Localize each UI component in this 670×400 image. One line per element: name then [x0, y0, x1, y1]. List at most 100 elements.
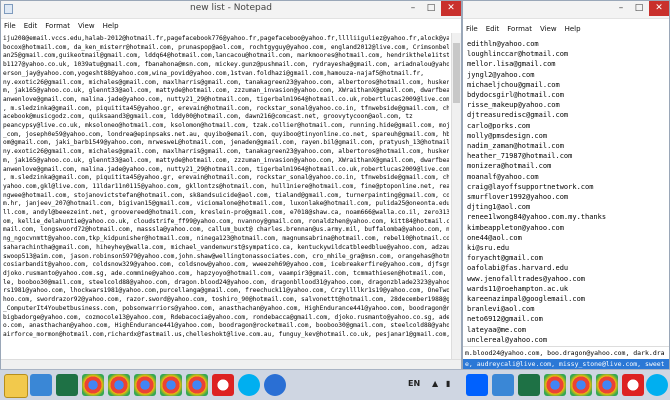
skype-icon[interactable] [646, 374, 668, 396]
text-line: djoko.rusmanto@yahoo.com.sg, ade.commine… [3, 269, 449, 277]
notepad-titlebar[interactable]: new list - Notepad – □ ✕ [1, 1, 461, 19]
email-line: monizera@hotmail.com [467, 162, 552, 171]
overlap-selected-line[interactable]: e, audreycali@live.com, missy_stone@live… [463, 359, 669, 369]
menu-view[interactable]: View [540, 25, 557, 33]
dropbox-icon[interactable] [466, 374, 488, 396]
email-line: neto6912@gmail.com [467, 315, 543, 324]
skype-icon[interactable] [238, 374, 260, 396]
opera-icon[interactable] [212, 374, 234, 396]
text-line: bocox@hotmail.com, da_ken_misterr@hotmai… [3, 43, 449, 51]
opera-icon[interactable] [622, 374, 644, 396]
overlap-text-line: m.blood24@yahoo.com, boo.dragon@yahoo.co… [465, 349, 665, 357]
text-line: m.hr, janjeev_207@hotmail.com, bigivan15… [3, 200, 449, 208]
horizontal-scrollbar[interactable] [1, 359, 461, 369]
text-line: ll.com, andyl@beeezeint.net, groovereed@… [3, 209, 449, 217]
language-indicator[interactable]: EN [408, 379, 420, 388]
text-line: saharachintha@gmail.com, hiheyhey@walla.… [3, 243, 449, 251]
chrome-icon[interactable] [570, 374, 592, 396]
store-icon[interactable] [492, 374, 514, 396]
menu-format[interactable]: Format [45, 22, 70, 30]
email-line: nadim_zaman@hotmail.com [467, 142, 564, 151]
minimize-icon[interactable]: – [613, 1, 629, 16]
menu-view[interactable]: View [78, 22, 95, 30]
menu-file[interactable]: File [466, 25, 478, 33]
text-line: , m.sledzinka@gmail.com, piquitita45@yah… [3, 104, 449, 112]
chrome-icon[interactable] [134, 374, 156, 396]
chrome-icon[interactable] [82, 374, 104, 396]
text-line: ny.exotic26@gmail.com, michales@gmail.co… [3, 78, 449, 86]
store-icon[interactable] [30, 374, 52, 396]
email-line: molly@pmsdesign.com [467, 131, 548, 140]
text-line: an25@gmail.com,guikeotmail@gmail.com, ld… [3, 52, 449, 60]
menu-format[interactable]: Format [507, 25, 532, 33]
close-icon[interactable]: ✕ [649, 1, 669, 16]
second-notepad-text-area[interactable]: edithln@yahoo.com loughlinccar@hotmail.co… [463, 37, 669, 347]
email-line: smurflover1992@yahoo.com [467, 193, 569, 202]
menu-edit[interactable]: Edit [24, 22, 38, 30]
excel-icon[interactable] [56, 374, 78, 396]
email-line: kimbeappleton@yahoo.com [467, 223, 564, 232]
email-line: craig@layoffsupportnetwork.com [467, 182, 594, 191]
chrome-icon[interactable] [544, 374, 566, 396]
text-line: o.com, anasthachan@yahoo.com, HighEndura… [3, 322, 449, 330]
text-line: mail.com, longswoord72@hotmail.com, mass… [3, 226, 449, 234]
notepad-menubar: File Edit Format View Help [1, 19, 461, 33]
text-line: _com, joseph0e59@yahoo.com, londrea@epin… [3, 130, 449, 138]
text-line: ngwee@hotmail.com, stojanovictstefan@hot… [3, 191, 449, 199]
chrome-icon[interactable] [108, 374, 130, 396]
email-line: kareenazimpal@googlemail.com [467, 295, 586, 304]
email-line: risse_makeup@yahoo.com [467, 101, 560, 110]
email-line: loughlinccar@hotmail.com [467, 50, 569, 59]
second-notepad-titlebar[interactable]: – □ ✕ [463, 1, 669, 19]
email-line: edithln@yahoo.com [467, 40, 539, 48]
text-line: m, jak165@yahoo.co.uk, glennt33@aol.com,… [3, 87, 449, 95]
notepad-title: new list - Notepad [190, 3, 272, 13]
email-line: mellor.lisa@gmail.com [467, 60, 556, 69]
second-notepad-window: – □ ✕ File Edit Format View Help edithln… [462, 0, 670, 370]
text-line: om@gmail.com, jaki_barb1549@yahoo.com, m… [3, 139, 449, 147]
minimize-icon[interactable]: – [405, 1, 421, 16]
notepad-text-area[interactable]: iju208@email.vccs.edu,halab-2012@hotmail… [1, 33, 451, 359]
tray-arrow-icon[interactable]: ▲ [432, 379, 438, 388]
file-explorer-icon[interactable] [4, 374, 28, 398]
email-line: renee1lwong84@yahoo.com.my.thanks [467, 213, 607, 222]
internet-explorer-icon[interactable] [264, 374, 286, 396]
excel-icon[interactable] [518, 374, 540, 396]
text-line: ny.exotic26@gmail.com, michales@gmail.co… [3, 148, 449, 156]
text-line: b1127@yahoo.co.uk, 1039atu@gmail.com, fb… [3, 61, 449, 69]
menu-edit[interactable]: Edit [486, 25, 500, 33]
close-icon[interactable]: ✕ [441, 1, 461, 16]
vertical-scrollbar[interactable] [451, 33, 461, 359]
chrome-icon[interactable] [596, 374, 618, 396]
text-line: yahoo.com,gkl@live.com, 11ldar11n0115@ya… [3, 182, 449, 190]
email-line: foryacht@gmail.com [467, 254, 543, 263]
text-line: anwenlove@gmail.com, malina.jade@yahoo.c… [3, 95, 449, 103]
email-line: jyngl2@yahoo.com [467, 70, 535, 79]
email-line: lateyaa@me.com [467, 325, 527, 334]
email-line: one44@aol.com [467, 233, 522, 242]
text-line: le, booboo30@mail.com, steelcold88@yahoo… [3, 278, 449, 286]
taskbar: EN ▲ ▮ [0, 369, 670, 400]
email-line: ki@sru.edu [467, 244, 510, 253]
maximize-icon[interactable]: □ [631, 1, 647, 16]
chrome-icon[interactable] [186, 374, 208, 396]
email-line: michaeljchou@gmail.com [467, 80, 560, 89]
menu-file[interactable]: File [4, 22, 16, 30]
notepad-window: new list - Notepad – □ ✕ File Edit Forma… [0, 0, 462, 370]
scroll-thumb[interactable] [453, 43, 460, 103]
email-line: oafolabi@fas.harvard.edu [467, 264, 569, 273]
menu-help[interactable]: Help [565, 25, 581, 33]
maximize-icon[interactable]: □ [423, 1, 439, 16]
email-line: djting1@aol.com [467, 203, 531, 212]
email-line: wards11@roehampton.ac.uk [467, 284, 569, 293]
email-line: heather_71987@hotmail.com [467, 152, 573, 161]
text-line: anwenlove@gmail.com, malina.jade@yahoo.c… [3, 165, 449, 173]
text-line: cosiarbandit@yahoo.com, coldsnow329@yaho… [3, 261, 449, 269]
chrome-icon[interactable] [160, 374, 182, 396]
email-line: moanalf@yahoo.com [467, 172, 539, 181]
email-line: bdydocsgirl@hotmail.com [467, 91, 564, 100]
second-menubar: File Edit Format View Help [463, 22, 669, 36]
network-icon[interactable]: ▮ [446, 379, 450, 388]
menu-help[interactable]: Help [103, 22, 119, 30]
text-line: swoop513@aim.com, jason.robinson5979@yah… [3, 252, 449, 260]
